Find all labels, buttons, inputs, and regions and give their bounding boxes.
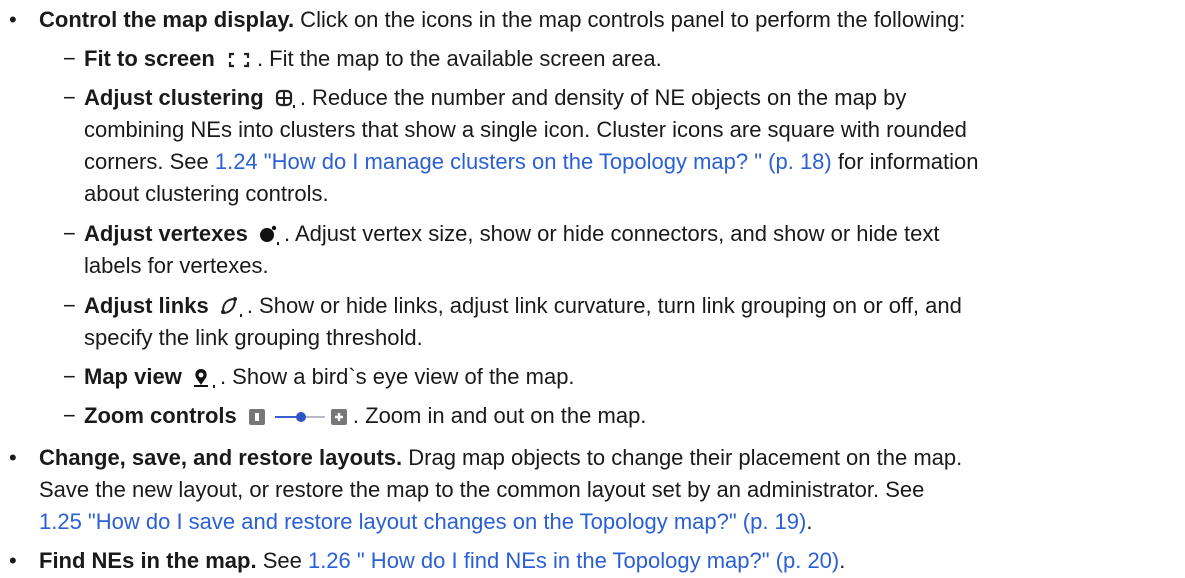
document-page: • Control the map display. Click on the …	[0, 0, 1185, 578]
subitem-adjust-links: Adjust links . Show or hide links, adjus…	[84, 293, 962, 318]
map-view-icon[interactable]	[191, 367, 217, 389]
bullet-title: Control the map display.	[39, 7, 295, 32]
bullet-control-map: Control the map display. Click on the ic…	[39, 7, 966, 32]
links-icon[interactable]	[218, 296, 244, 318]
zoom-controls-icon[interactable]	[246, 406, 350, 428]
subitem-zoom-controls: Zoom controls . Zoom in and out on the m…	[84, 403, 647, 428]
subitem-adjust-clustering: Adjust clustering . Reduce the number an…	[84, 85, 907, 110]
subitem-adjust-vertexes: Adjust vertexes . Adjust vertex size, sh…	[84, 221, 940, 246]
fit-screen-icon[interactable]	[224, 49, 254, 71]
link-save-restore-layout[interactable]: 1.25 "How do I save and restore layout c…	[39, 509, 806, 534]
bullet-find-nes: Find NEs in the map. See 1.26 " How do I…	[39, 548, 846, 573]
link-find-nes[interactable]: 1.26 " How do I find NEs in the Topology…	[308, 548, 839, 573]
link-manage-clusters[interactable]: 1.24 "How do I manage clusters on the To…	[215, 149, 832, 174]
bullet-layouts: Change, save, and restore layouts. Drag …	[39, 445, 963, 470]
vertex-icon[interactable]	[257, 224, 281, 246]
subitem-map-view: Map view . Show a bird`s eye view of the…	[84, 364, 575, 389]
cluster-icon[interactable]	[273, 88, 297, 110]
subitem-fit-to-screen: Fit to screen . Fit the map to the avail…	[84, 46, 662, 71]
bullet-marker: •	[9, 7, 17, 32]
